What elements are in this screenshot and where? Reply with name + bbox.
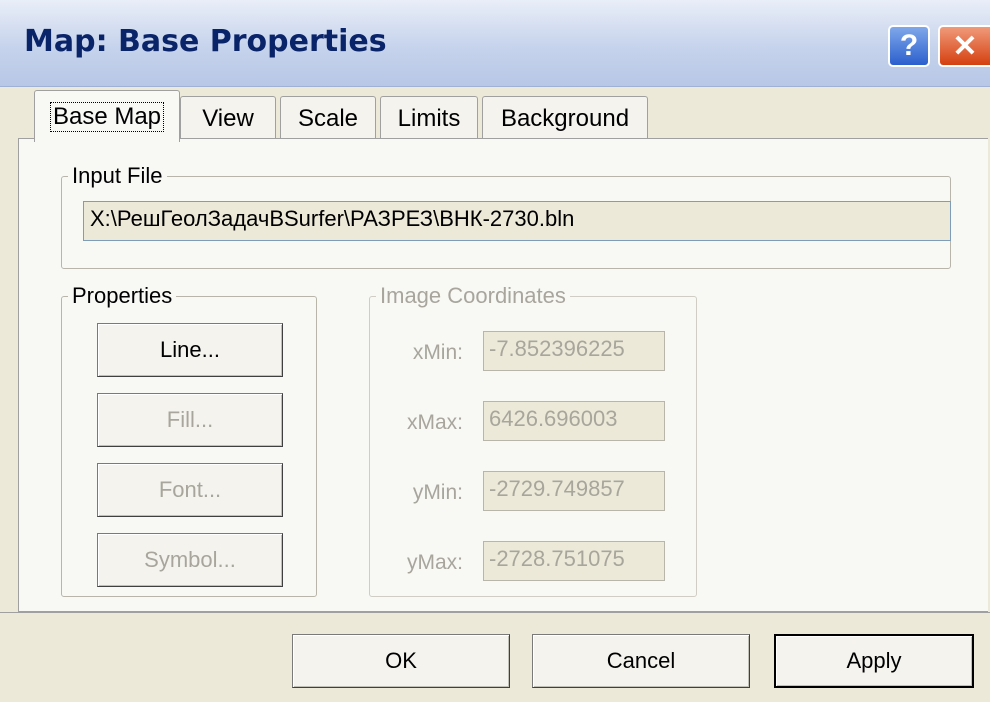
input-file-field[interactable]: X:\РешГеолЗадачBSurfer\РАЗРЕЗ\ВНК-2730.b… — [83, 201, 951, 241]
cancel-button-label: Cancel — [606, 648, 676, 673]
ymax-label: yMax: — [406, 551, 463, 574]
window-title: Map: Base Properties — [24, 24, 387, 59]
line-button[interactable]: Line... — [97, 323, 283, 377]
xmax-label: xMax: — [406, 411, 463, 434]
title-bar[interactable]: Map: Base Properties ? ✕ — [0, 0, 990, 87]
symbol-button-label: Symbol... — [144, 547, 236, 572]
tab-view-label: View — [202, 104, 254, 132]
apply-button[interactable]: Apply — [774, 634, 974, 688]
ok-button[interactable]: OK — [292, 634, 510, 688]
font-button-label: Font... — [158, 477, 222, 502]
tab-base-map[interactable]: Base Map — [34, 90, 180, 142]
image-coordinates-legend: Image Coordinates — [380, 283, 566, 308]
apply-button-label: Apply — [846, 648, 902, 673]
tab-scale-label: Scale — [297, 104, 359, 132]
fill-button-label: Fill... — [166, 407, 214, 432]
ymin-field: -2729.749857 — [483, 471, 665, 511]
fill-button[interactable]: Fill... — [97, 393, 283, 447]
tab-view[interactable]: View — [180, 96, 276, 140]
close-button[interactable]: ✕ — [938, 25, 990, 67]
close-icon: ✕ — [952, 29, 978, 63]
tab-limits[interactable]: Limits — [380, 96, 478, 140]
help-button[interactable]: ? — [888, 25, 930, 67]
cancel-button[interactable]: Cancel — [532, 634, 750, 688]
font-button[interactable]: Font... — [97, 463, 283, 517]
tab-background[interactable]: Background — [482, 96, 648, 140]
input-file-legend: Input File — [72, 163, 163, 188]
xmax-field: 6426.696003 — [483, 401, 665, 441]
ymin-label: yMin: — [412, 481, 463, 504]
xmin-label: xMin: — [412, 341, 463, 364]
footer-divider — [0, 612, 990, 613]
help-icon: ? — [899, 29, 919, 62]
xmin-field: -7.852396225 — [483, 331, 665, 371]
properties-legend: Properties — [72, 283, 173, 308]
tab-base-map-label: Base Map — [49, 101, 165, 132]
line-button-label: Line... — [160, 337, 220, 362]
tab-scale[interactable]: Scale — [280, 96, 376, 140]
ymax-field: -2728.751075 — [483, 541, 665, 581]
tab-background-label: Background — [500, 104, 630, 132]
tab-page-base-map: Input File X:\РешГеолЗадачBSurfer\РАЗРЕЗ… — [18, 138, 988, 612]
symbol-button[interactable]: Symbol... — [97, 533, 283, 587]
ok-button-label: OK — [385, 648, 417, 673]
tab-limits-label: Limits — [397, 104, 461, 132]
